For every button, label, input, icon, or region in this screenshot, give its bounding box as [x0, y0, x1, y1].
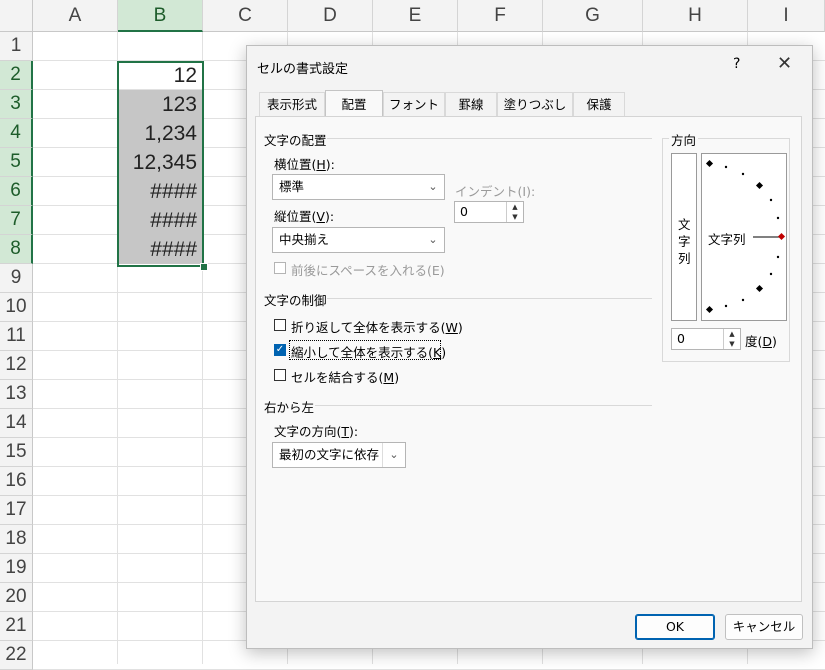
format-cells-dialog: セルの書式設定 ? ✕ 表示形式 配置 フォント 罫線 塗りつぶし 保護 文字の…: [246, 45, 813, 649]
row-header[interactable]: 11: [0, 322, 33, 351]
row-header[interactable]: 19: [0, 554, 33, 583]
degree-spinner[interactable]: 0 ▲ ▼: [671, 328, 741, 350]
ok-button[interactable]: OK: [635, 614, 715, 640]
row-header[interactable]: 16: [0, 467, 33, 496]
orientation-heading: 方向: [669, 130, 699, 149]
text-alignment-heading: 文字の配置: [264, 133, 327, 148]
orientation-text: 文字列: [708, 229, 746, 248]
spin-down-icon[interactable]: ▼: [507, 212, 523, 222]
tab-border[interactable]: 罫線: [445, 92, 497, 116]
row-header[interactable]: 20: [0, 583, 33, 612]
cancel-button[interactable]: キャンセル: [725, 614, 803, 640]
spin-down-icon[interactable]: ▼: [724, 339, 740, 349]
row-header[interactable]: 5: [0, 148, 33, 177]
column-header-g[interactable]: G: [543, 0, 643, 32]
dialog-title: セルの書式設定: [257, 62, 349, 77]
column-header-d[interactable]: D: [288, 0, 373, 32]
spin-up-icon[interactable]: ▲: [507, 202, 523, 212]
text-control-heading: 文字の制御: [264, 293, 327, 308]
column-header-i[interactable]: I: [748, 0, 825, 32]
selection-range-border: [117, 61, 204, 267]
column-header-a[interactable]: A: [33, 0, 118, 32]
spin-up-icon[interactable]: ▲: [724, 329, 740, 339]
chevron-down-icon: ⌄: [382, 443, 405, 467]
indent-spinner[interactable]: 0 ▲ ▼: [454, 201, 524, 223]
column-header-e[interactable]: E: [373, 0, 458, 32]
tab-fill[interactable]: 塗りつぶし: [497, 92, 573, 116]
close-icon[interactable]: ✕: [777, 53, 792, 74]
column-header-f[interactable]: F: [458, 0, 543, 32]
tab-font[interactable]: フォント: [383, 92, 445, 116]
row-header[interactable]: 21: [0, 612, 33, 641]
vertical-label: 縦位置(V):: [274, 209, 335, 224]
indent-label: インデント(I):: [455, 184, 536, 199]
row-header[interactable]: 12: [0, 351, 33, 380]
shrink-to-fit-checkbox[interactable]: ✓: [274, 344, 286, 356]
tab-alignment[interactable]: 配置: [325, 90, 383, 117]
tab-protection[interactable]: 保護: [573, 92, 625, 116]
text-direction-select[interactable]: 最初の文字に依存 ⌄: [272, 442, 406, 468]
row-header[interactable]: 8: [0, 235, 33, 264]
justify-distributed-checkbox[interactable]: [274, 262, 286, 274]
row-header[interactable]: 22: [0, 641, 33, 670]
select-all-corner[interactable]: [0, 0, 33, 32]
column-header-b[interactable]: B: [118, 0, 203, 32]
shrink-to-fit-label: 縮小して全体を表示する(K): [291, 345, 447, 360]
degree-label: 度(D): [745, 334, 777, 349]
merge-cells-label: セルを結合する(M): [291, 370, 400, 385]
wrap-text-label: 折り返して全体を表示する(W): [291, 320, 463, 335]
row-header[interactable]: 14: [0, 409, 33, 438]
justify-distributed-label: 前後にスペースを入れる(E): [291, 263, 445, 278]
tab-number[interactable]: 表示形式: [259, 92, 325, 116]
row-header[interactable]: 17: [0, 496, 33, 525]
row-header[interactable]: 9: [0, 264, 33, 293]
orientation-dial[interactable]: 文字列: [701, 153, 787, 321]
fill-handle[interactable]: [200, 263, 208, 271]
divider: [315, 405, 652, 406]
wrap-text-checkbox[interactable]: [274, 319, 286, 331]
row-header[interactable]: 6: [0, 177, 33, 206]
vertical-text-button[interactable]: 文 字 列: [671, 153, 697, 321]
text-direction-label: 文字の方向(T):: [274, 424, 359, 439]
vertical-select[interactable]: 中央揃え ⌄: [272, 227, 445, 253]
chevron-down-icon: ⌄: [428, 233, 438, 246]
row-header[interactable]: 3: [0, 90, 33, 119]
row-header[interactable]: 15: [0, 438, 33, 467]
row-header[interactable]: 13: [0, 380, 33, 409]
horizontal-select[interactable]: 標準 ⌄: [272, 174, 445, 200]
row-header[interactable]: 1: [0, 32, 33, 61]
row-header[interactable]: 18: [0, 525, 33, 554]
column-header-h[interactable]: H: [643, 0, 748, 32]
row-header[interactable]: 10: [0, 293, 33, 322]
row-header[interactable]: 4: [0, 119, 33, 148]
row-header[interactable]: 7: [0, 206, 33, 235]
help-button[interactable]: ?: [733, 56, 740, 72]
divider: [327, 298, 652, 299]
column-header-c[interactable]: C: [203, 0, 288, 32]
merge-cells-checkbox[interactable]: [274, 369, 286, 381]
horizontal-label: 横位置(H):: [274, 157, 335, 172]
rtl-heading: 右から左: [264, 400, 315, 415]
divider: [327, 138, 652, 139]
row-header[interactable]: 2: [0, 61, 33, 90]
chevron-down-icon: ⌄: [428, 180, 438, 193]
